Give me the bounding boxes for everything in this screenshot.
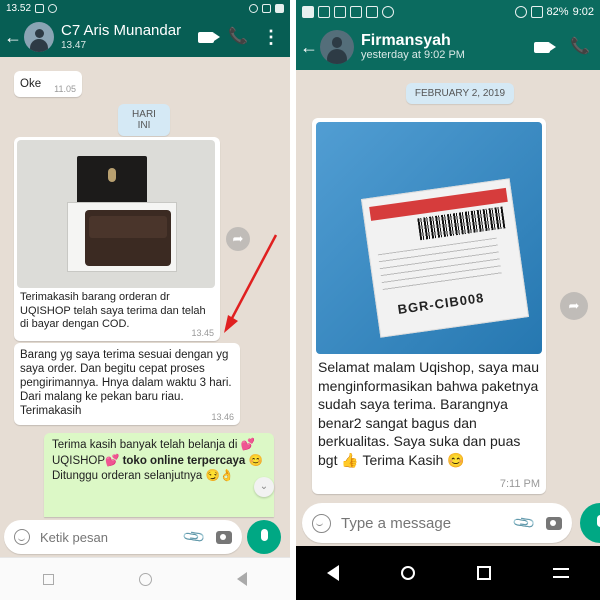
message-list[interactable]: FEBRUARY 2, 2019 BGR-CIB008 Selamat mala… [296,70,600,500]
avatar[interactable] [320,30,354,64]
wifi-icon [48,4,58,13]
parcel-label-code: BGR-CIB008 [396,290,486,318]
android-nav-bar [0,557,290,600]
more-options-icon[interactable]: ⋮ [262,28,280,46]
signal-icon [530,6,543,18]
video-call-icon[interactable] [198,31,221,43]
compose-bar: 📎 [0,517,290,557]
camera-icon[interactable] [216,530,232,544]
last-seen: yesterday at 9:02 PM [361,49,465,61]
image-message-bubble[interactable]: BGR-CIB008 Selamat malam Uqishop, saya m… [312,118,546,494]
last-seen: 13.47 [61,40,87,51]
chat-header: ← C7 Aris Munandar 13.47 📞 ⋮ [0,17,290,57]
back-arrow-icon[interactable]: ← [298,37,320,58]
annotation-arrow [224,234,278,333]
message-input[interactable] [40,529,180,545]
signal-icon [262,4,271,13]
voice-call-icon[interactable]: 📞 [228,29,248,45]
message-input[interactable] [341,514,510,532]
recent-apps-icon[interactable] [477,566,491,580]
chat-header: ← Firmansyah yesterday at 9:02 PM 📞 [296,24,600,70]
wifi-icon [514,6,527,18]
avatar[interactable] [24,22,54,52]
mic-button[interactable] [580,503,600,543]
battery-level: 82% [546,6,569,18]
message-input-box[interactable]: 📎 [302,503,572,543]
thumbs-up-emoji: 👍 [341,451,359,468]
mail-icon [350,6,362,18]
recent-apps-icon[interactable] [42,573,54,585]
home-icon[interactable] [401,566,415,580]
video-call-icon[interactable] [534,41,557,53]
voice-call-icon[interactable]: 📞 [570,39,590,55]
emoji-icon[interactable] [14,529,30,545]
battery-icon [275,4,284,13]
status-bar: 13.52 [0,0,290,17]
attach-icon[interactable]: 📎 [182,524,207,550]
status-time: 13.52 [6,3,32,14]
contact-info[interactable]: Firmansyah yesterday at 9:02 PM [361,32,534,62]
mic-button[interactable] [247,520,281,554]
nav-back-icon[interactable] [237,572,248,586]
mic-icon [260,529,268,541]
image-caption: Selamat malam Uqishop, saya mau menginfo… [318,358,542,469]
notification-icon [35,4,45,13]
attach-icon[interactable]: 📎 [512,510,537,536]
date-chip: FEBRUARY 2, 2019 [406,83,514,104]
message-icon [366,6,378,18]
contact-info[interactable]: C7 Aris Munandar 13.47 [61,22,198,52]
android-nav-bar [296,546,600,600]
camera-icon[interactable] [546,516,562,530]
back-arrow-icon[interactable]: ← [2,27,24,48]
compose-bar: 📎 [296,500,600,546]
message-input-box[interactable]: 📎 [4,520,242,554]
message-time: 7:11 PM [499,478,540,490]
mic-icon [596,515,600,527]
alarm-icon [249,4,258,13]
notification-icon [318,6,330,18]
whatsapp-icon [382,6,394,18]
home-icon[interactable] [138,572,152,586]
smile-emoji: 😊 [447,451,465,468]
hide-nav-icon[interactable] [553,568,569,578]
status-bar: 82% 9:02 [296,0,600,24]
right-phone-screenshot: 82% 9:02 ← Firmansyah yesterday at 9:02 … [296,0,600,600]
status-time: 9:02 [572,6,594,18]
nav-back-icon[interactable] [327,565,339,581]
emoji-icon[interactable] [312,513,331,533]
parcel-photo[interactable]: BGR-CIB008 [316,122,542,354]
forward-icon[interactable]: ➦ [560,292,588,320]
message-list[interactable]: Oke 11.05 HARI INI Terimakasih barang or… [0,57,290,517]
contact-name: C7 Aris Munandar [61,22,182,39]
left-phone-screenshot: 13.52 ← C7 Aris Munandar 13.47 📞 ⋮ Oke 1… [0,0,290,600]
messenger-icon [302,6,314,18]
contact-name: Firmansyah [361,32,451,49]
caption-text: Terima Kasih [362,451,444,468]
gallery-icon [334,6,346,18]
